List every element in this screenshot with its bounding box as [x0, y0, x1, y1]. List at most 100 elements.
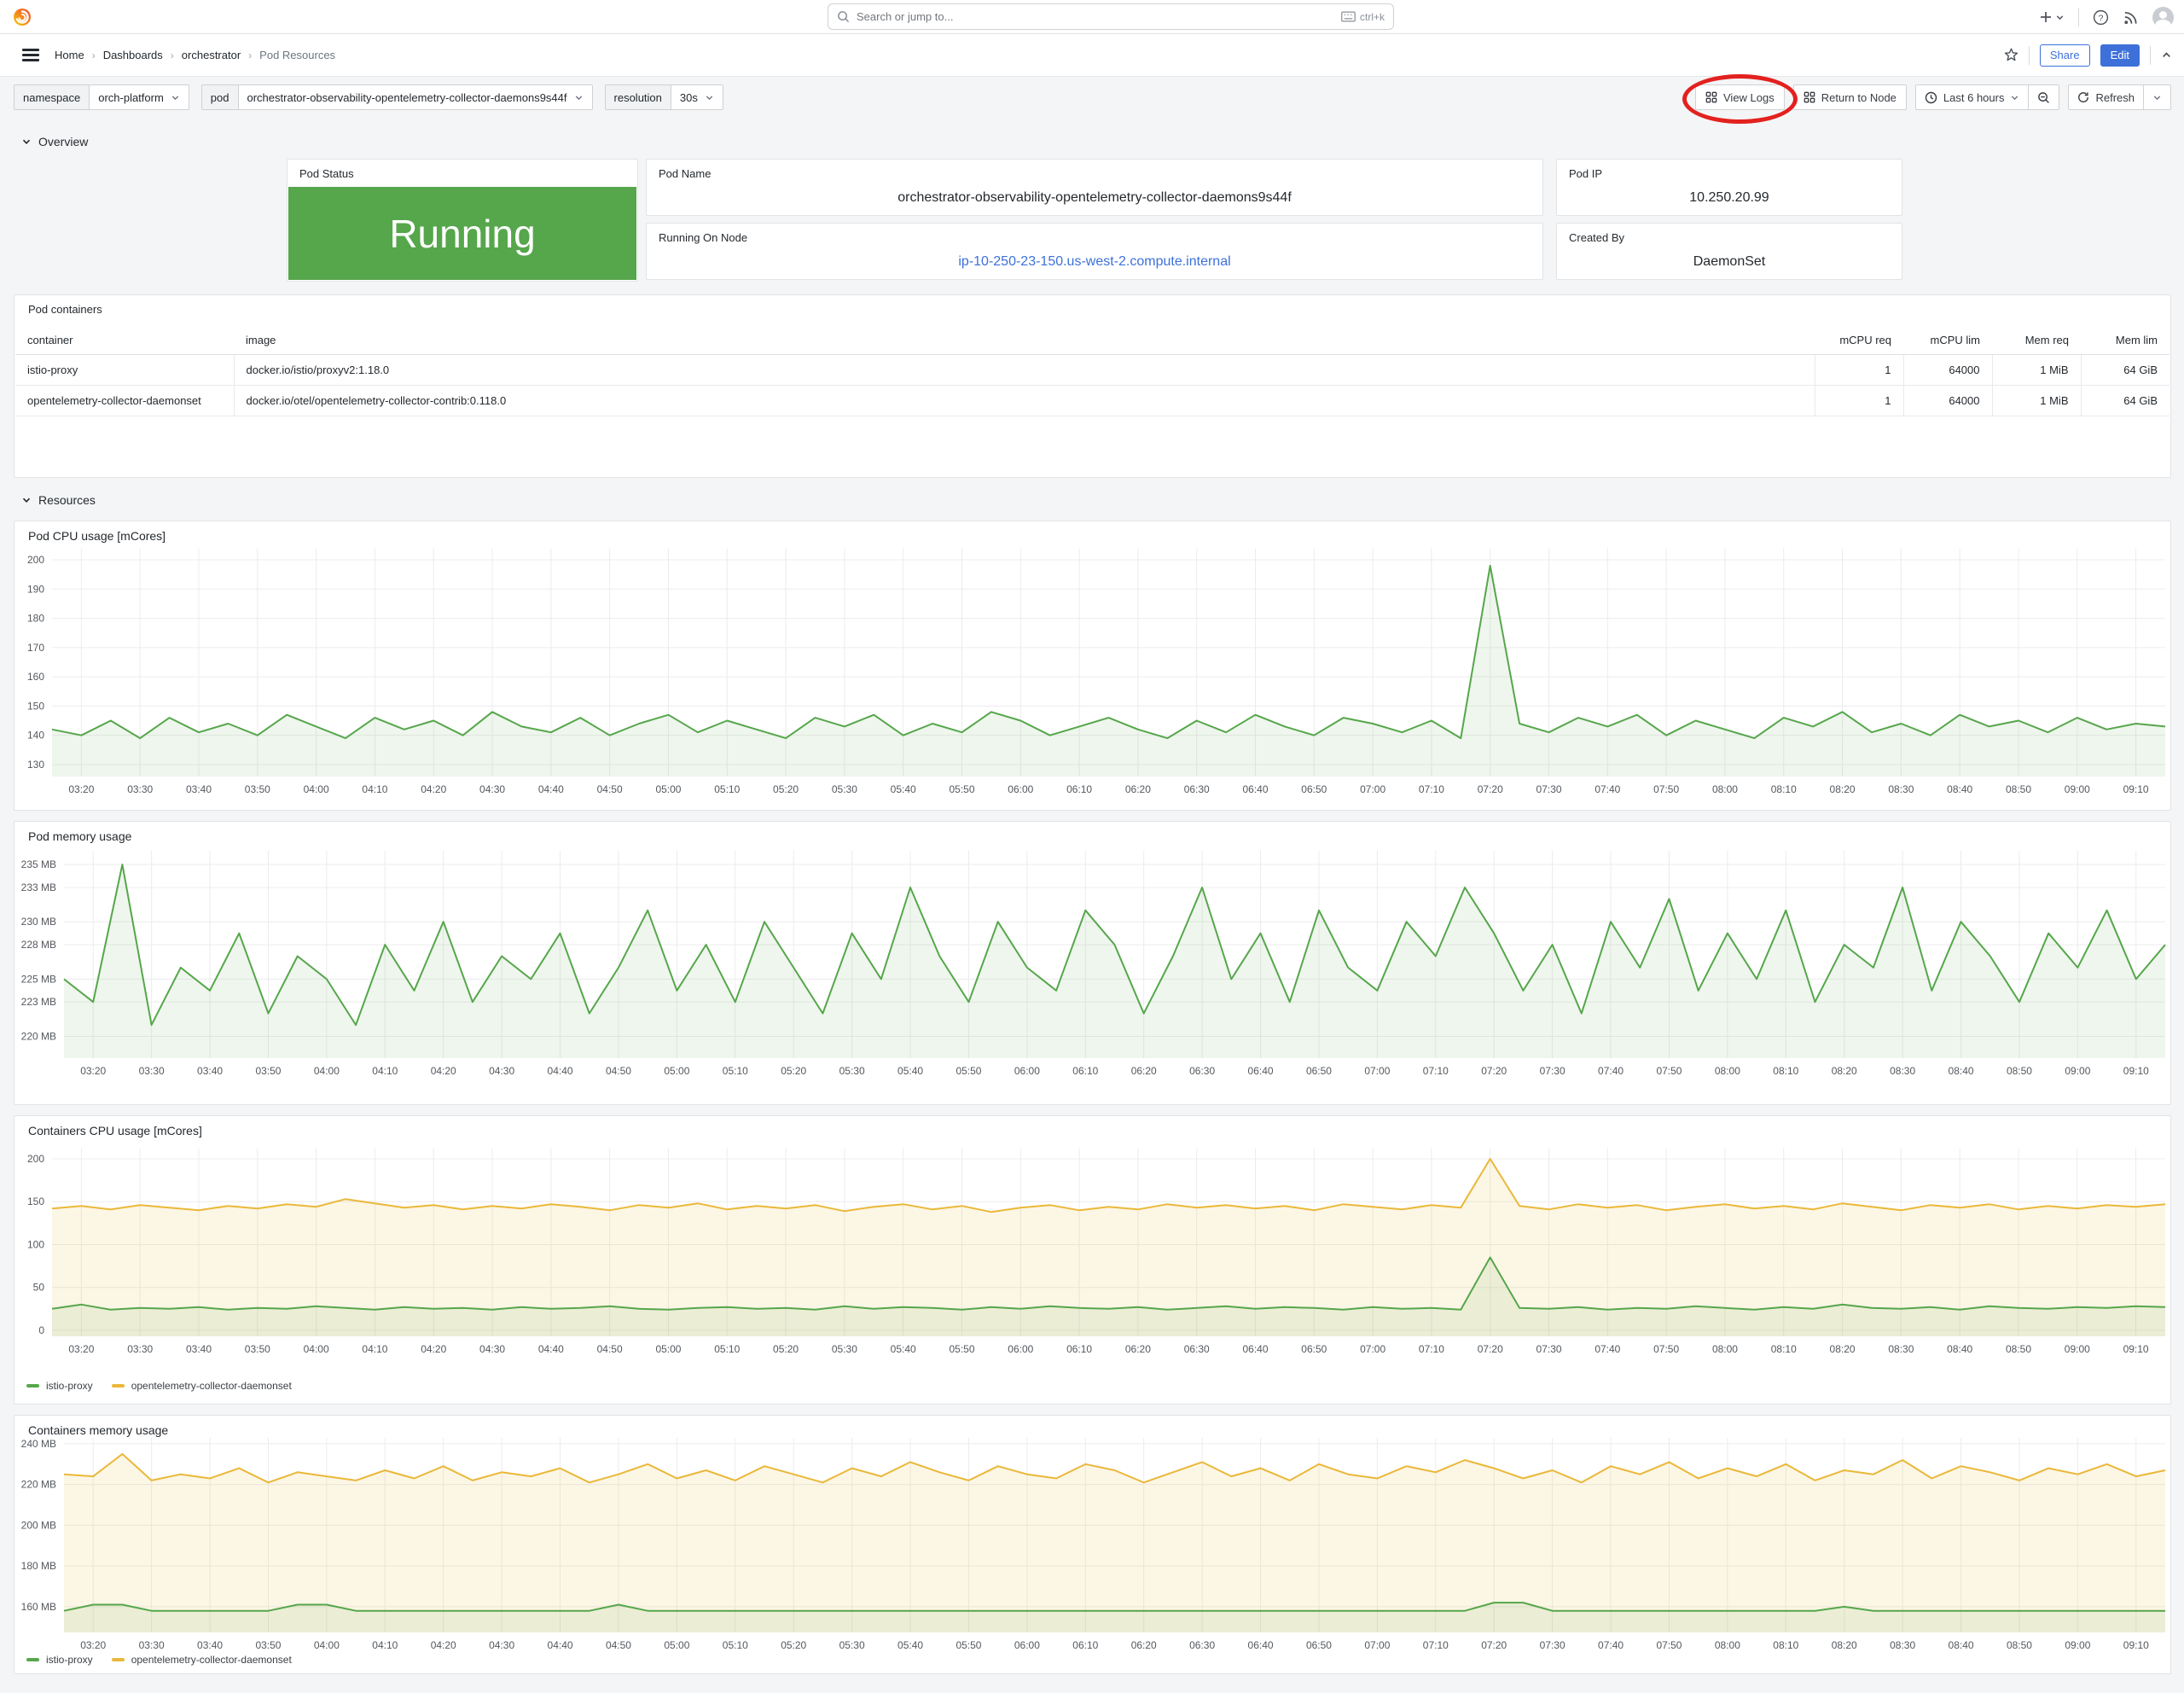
svg-text:04:30: 04:30	[489, 1639, 514, 1651]
node-link[interactable]: ip-10-250-23-150.us-west-2.compute.inter…	[647, 254, 1542, 270]
svg-text:07:40: 07:40	[1594, 1343, 1620, 1355]
legend-item[interactable]: opentelemetry-collector-daemonset	[112, 1380, 292, 1392]
edit-button[interactable]: Edit	[2100, 44, 2140, 67]
svg-text:07:30: 07:30	[1540, 1065, 1565, 1077]
legend-swatch	[112, 1658, 125, 1661]
svg-text:04:20: 04:20	[421, 783, 446, 795]
svg-text:04:10: 04:10	[372, 1065, 398, 1077]
containers-cpu-chart[interactable]: 03:2003:3003:4003:5004:0004:1004:2004:30…	[15, 1149, 2170, 1360]
breadcrumb: Home› Dashboards› orchestrator› Pod Reso…	[55, 49, 335, 61]
svg-text:07:30: 07:30	[1536, 783, 1562, 795]
svg-text:03:30: 03:30	[127, 1343, 153, 1355]
help-button[interactable]: ?	[2093, 9, 2109, 26]
svg-text:06:20: 06:20	[1131, 1065, 1157, 1077]
pod-status-panel: Pod Status Running	[287, 159, 638, 282]
breadcrumb-home[interactable]: Home	[55, 49, 84, 61]
svg-text:03:20: 03:20	[80, 1065, 106, 1077]
legend-label: istio-proxy	[46, 1654, 93, 1666]
nav-right: ?	[2039, 0, 2174, 34]
col-mcpu-req[interactable]: mCPU req	[1815, 326, 1903, 355]
svg-text:03:40: 03:40	[186, 1343, 212, 1355]
svg-text:07:50: 07:50	[1653, 783, 1679, 795]
svg-text:08:10: 08:10	[1773, 1639, 1798, 1651]
keyboard-icon	[1341, 11, 1356, 22]
resources-section-toggle[interactable]: Resources	[21, 493, 96, 507]
chart-legend: istio-proxy opentelemetry-collector-daemo…	[26, 1380, 292, 1392]
svg-text:05:10: 05:10	[723, 1065, 748, 1077]
svg-text:05:20: 05:20	[773, 1343, 799, 1355]
pod-cpu-chart[interactable]: 03:2003:3003:4003:5004:0004:1004:2004:30…	[15, 549, 2170, 800]
legend-label: istio-proxy	[46, 1380, 93, 1392]
chevron-up-icon[interactable]	[2161, 49, 2172, 61]
svg-text:160: 160	[27, 671, 44, 683]
svg-text:07:10: 07:10	[1419, 1343, 1444, 1355]
svg-text:06:40: 06:40	[1242, 783, 1268, 795]
svg-text:150: 150	[27, 700, 44, 712]
svg-text:240 MB: 240 MB	[21, 1438, 56, 1450]
svg-text:08:40: 08:40	[1947, 1343, 1972, 1355]
cell-mcpu-lim: 64000	[1903, 355, 1992, 386]
menu-toggle-icon[interactable]	[22, 46, 39, 65]
refresh-button[interactable]: Refresh	[2069, 85, 2143, 109]
svg-text:07:50: 07:50	[1656, 1639, 1682, 1651]
svg-text:05:40: 05:40	[897, 1065, 923, 1077]
svg-text:04:20: 04:20	[431, 1065, 456, 1077]
svg-text:07:10: 07:10	[1423, 1065, 1449, 1077]
share-button[interactable]: Share	[2040, 44, 2090, 67]
legend-item[interactable]: opentelemetry-collector-daemonset	[112, 1654, 292, 1666]
search-input[interactable]: Search or jump to... ctrl+k	[828, 3, 1394, 30]
avatar[interactable]	[2152, 7, 2174, 28]
pod-name-value: orchestrator-observability-opentelemetry…	[647, 190, 1542, 206]
svg-text:06:00: 06:00	[1008, 783, 1033, 795]
breadcrumb-dashboards[interactable]: Dashboards	[103, 49, 163, 61]
col-mem-lim[interactable]: Mem lim	[2081, 326, 2169, 355]
col-container[interactable]: container	[15, 326, 234, 355]
svg-text:08:00: 08:00	[1715, 1065, 1740, 1077]
breadcrumb-orchestrator[interactable]: orchestrator	[182, 49, 241, 61]
col-mcpu-lim[interactable]: mCPU lim	[1903, 326, 1992, 355]
star-icon[interactable]	[2004, 48, 2018, 62]
breadcrumb-bar: Home› Dashboards› orchestrator› Pod Reso…	[0, 34, 2184, 77]
svg-text:06:50: 06:50	[1306, 1639, 1332, 1651]
legend-item[interactable]: istio-proxy	[26, 1380, 93, 1392]
news-button[interactable]	[2123, 9, 2139, 26]
svg-text:03:20: 03:20	[68, 783, 94, 795]
pod-select[interactable]: orchestrator-observability-opentelemetry…	[239, 84, 593, 110]
return-to-node-button[interactable]: Return to Node	[1793, 84, 1907, 110]
legend-item[interactable]: istio-proxy	[26, 1654, 93, 1666]
svg-text:05:50: 05:50	[956, 1065, 981, 1077]
svg-text:05:40: 05:40	[891, 1343, 916, 1355]
divider	[2150, 46, 2151, 65]
grafana-logo[interactable]	[12, 7, 32, 27]
pod-label: pod	[201, 84, 239, 110]
refresh-interval-dropdown[interactable]	[2143, 85, 2170, 109]
svg-text:06:10: 06:10	[1066, 1343, 1092, 1355]
pod-ip-panel: Pod IP 10.250.20.99	[1556, 159, 1902, 216]
plus-icon	[2039, 10, 2053, 24]
cell-container: opentelemetry-collector-daemonset	[15, 386, 234, 416]
svg-text:03:50: 03:50	[245, 783, 270, 795]
time-range-picker[interactable]: Last 6 hours	[1916, 85, 2029, 109]
svg-text:06:20: 06:20	[1131, 1639, 1157, 1651]
time-controls: Last 6 hours	[1915, 84, 2060, 110]
zoom-out-button[interactable]	[2028, 85, 2059, 109]
new-button[interactable]	[2039, 10, 2065, 24]
svg-text:200: 200	[27, 554, 44, 566]
pod-memory-chart[interactable]: 03:2003:3003:4003:5004:0004:1004:2004:30…	[15, 851, 2170, 1082]
overview-section-toggle[interactable]: Overview	[21, 135, 88, 148]
resolution-select[interactable]: 30s	[671, 84, 723, 110]
view-logs-button[interactable]: View Logs	[1695, 84, 1785, 110]
col-image[interactable]: image	[234, 326, 1815, 355]
resolution-label: resolution	[605, 84, 671, 110]
containers-memory-chart[interactable]: 03:2003:3003:4003:5004:0004:1004:2004:30…	[15, 1438, 2170, 1656]
svg-text:200: 200	[27, 1153, 44, 1165]
svg-text:08:00: 08:00	[1715, 1639, 1740, 1651]
divider	[2078, 8, 2079, 26]
col-mem-req[interactable]: Mem req	[1992, 326, 2081, 355]
rss-icon	[2123, 9, 2139, 26]
svg-text:07:10: 07:10	[1423, 1639, 1449, 1651]
namespace-select[interactable]: orch-platform	[90, 84, 189, 110]
svg-text:08:30: 08:30	[1888, 1343, 1914, 1355]
svg-text:50: 50	[33, 1282, 45, 1294]
chevron-down-icon	[2010, 93, 2019, 102]
